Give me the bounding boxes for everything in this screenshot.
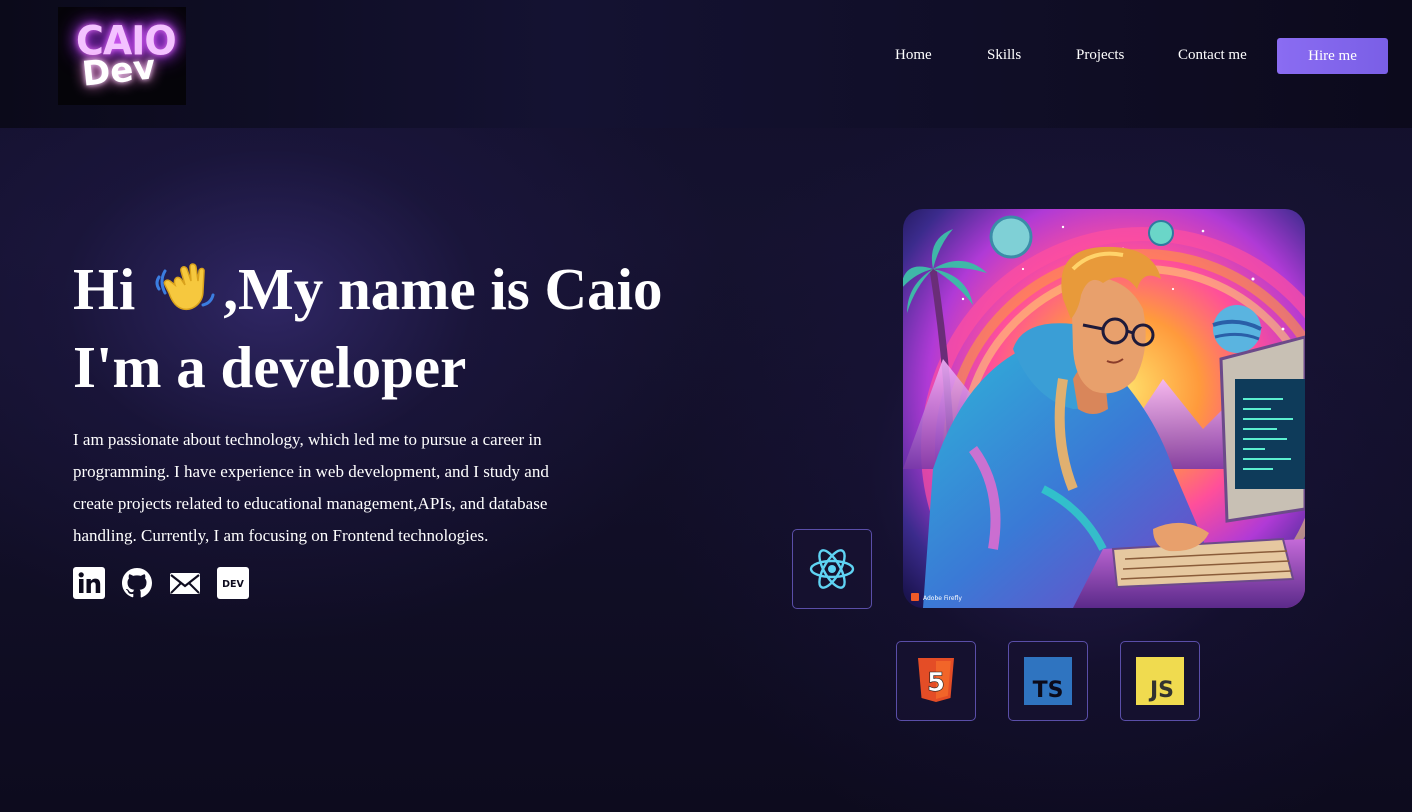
social-links: DEV (73, 567, 249, 599)
hero-subtitle: I'm a developer (73, 334, 467, 400)
developer-illustration: Adobe Firefly (903, 209, 1305, 608)
html5-label: 5 (927, 668, 945, 698)
nav-projects[interactable]: Projects (1076, 47, 1124, 64)
tech-card-react[interactable] (792, 529, 872, 609)
javascript-label: JS (1148, 678, 1174, 703)
nav-skills[interactable]: Skills (987, 47, 1021, 64)
html5-icon: 5 (918, 658, 954, 702)
hero-greeting-end: ,My name is Caio (223, 256, 663, 322)
tech-card-html5[interactable]: 5 (896, 641, 976, 721)
nav-home[interactable]: Home (895, 47, 932, 64)
hero-greeting-start: Hi (73, 256, 136, 322)
hire-me-button[interactable]: Hire me (1277, 38, 1388, 74)
typescript-label: TS (1033, 678, 1064, 703)
react-icon (809, 549, 855, 589)
dev-to-label: DEV (222, 579, 244, 590)
page: CAIO Dev Home Skills Projects Contact me… (0, 0, 1412, 812)
hero-title: Hi ,My name is Caio I'm a developer (73, 250, 773, 406)
firefly-watermark: Adobe Firefly (923, 595, 962, 602)
dev-to-icon[interactable]: DEV (217, 567, 249, 599)
github-icon[interactable] (121, 567, 153, 599)
main-nav: Home Skills Projects Contact me (0, 38, 1412, 74)
hero-description: I am passionate about technology, which … (73, 430, 549, 545)
tech-card-typescript[interactable]: TS (1008, 641, 1088, 721)
nav-contact[interactable]: Contact me (1178, 47, 1247, 64)
typescript-icon: TS (1024, 657, 1072, 705)
waving-hand-icon (155, 263, 215, 311)
mail-icon[interactable] (169, 567, 201, 599)
javascript-icon: JS (1136, 657, 1184, 705)
tech-card-javascript[interactable]: JS (1120, 641, 1200, 721)
site-header: CAIO Dev Home Skills Projects Contact me… (0, 0, 1412, 128)
linkedin-icon[interactable] (73, 567, 105, 599)
illustration-art: Adobe Firefly (903, 209, 1305, 608)
